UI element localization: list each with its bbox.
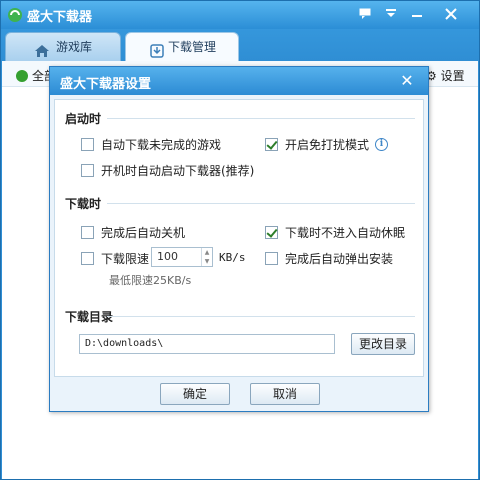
autostart-on-boot-checkbox[interactable]: 开机时自动启动下载器(推荐) xyxy=(81,162,254,179)
change-directory-button[interactable]: 更改目录 xyxy=(351,333,415,355)
tab-game-library-label: 游戏库 xyxy=(56,40,93,54)
checkbox-box[interactable] xyxy=(81,138,94,151)
settings-button[interactable]: ⚙ 设置 xyxy=(426,67,465,84)
section-startup-title: 启动时 xyxy=(65,112,102,126)
min-speed-note: 最低限速25KB/s xyxy=(109,274,192,287)
info-icon[interactable]: i xyxy=(375,138,389,151)
tab-bar: 游戏库 下载管理 xyxy=(1,29,479,61)
no-disturb-mode-label: 开启免打扰模式 xyxy=(285,138,370,152)
auto-popup-install-label: 完成后自动弹出安装 xyxy=(285,252,394,266)
checkbox-box[interactable] xyxy=(81,252,94,265)
checkbox-box[interactable] xyxy=(81,164,94,177)
settings-dialog: 盛大下载器设置 ✕ 启动时 自动下载未完成的游戏 开启免打扰模式 i 开机时自动… xyxy=(49,66,429,412)
ok-button[interactable]: 确定 xyxy=(160,383,230,405)
app-logo-icon xyxy=(7,7,23,23)
download-path-input[interactable]: D:\downloads\ xyxy=(79,334,335,354)
dialog-title-bar: 盛大下载器设置 ✕ xyxy=(50,67,428,95)
no-sleep-while-downloading-label: 下载时不进入自动休眠 xyxy=(285,226,406,240)
dialog-title: 盛大下载器设置 xyxy=(60,77,152,92)
dialog-body: 启动时 自动下载未完成的游戏 开启免打扰模式 i 开机时自动启动下载器(推荐) … xyxy=(54,99,424,377)
section-downloading-title: 下载时 xyxy=(65,197,102,211)
divider xyxy=(107,118,415,119)
no-sleep-while-downloading-checkbox[interactable]: 下载时不进入自动休眠 xyxy=(265,224,405,241)
auto-download-unfinished-label: 自动下载未完成的游戏 xyxy=(101,138,222,152)
divider xyxy=(107,203,415,204)
title-bar: 盛大下载器 xyxy=(1,1,479,29)
tab-download-manager-label: 下载管理 xyxy=(168,40,217,54)
dialog-close-icon[interactable]: ✕ xyxy=(396,71,418,91)
app-title: 盛大下载器 xyxy=(27,10,93,25)
message-icon[interactable] xyxy=(353,4,377,24)
tab-download-manager[interactable]: 下载管理 xyxy=(125,32,239,61)
speed-limit-unit: KB/s xyxy=(219,251,246,264)
spin-up-icon[interactable]: ▲ xyxy=(202,248,212,257)
cancel-button[interactable]: 取消 xyxy=(250,383,320,405)
spin-down-icon[interactable]: ▼ xyxy=(202,257,212,266)
no-disturb-mode-checkbox[interactable]: 开启免打扰模式 i xyxy=(265,136,389,153)
window-close-icon[interactable] xyxy=(431,4,471,24)
speed-limit-value: 100 xyxy=(157,250,178,263)
speed-limit-checkbox[interactable]: 下载限速 xyxy=(81,250,149,267)
speed-limit-label: 下载限速 xyxy=(101,252,150,266)
checkbox-box[interactable] xyxy=(265,252,278,265)
tab-game-library[interactable]: 游戏库 xyxy=(5,32,121,61)
divider xyxy=(107,316,415,317)
checkbox-box-checked[interactable] xyxy=(265,226,278,239)
autostart-on-boot-label: 开机时自动启动下载器(推荐) xyxy=(101,164,255,178)
auto-popup-install-checkbox[interactable]: 完成后自动弹出安装 xyxy=(265,250,393,267)
shutdown-after-complete-checkbox[interactable]: 完成后自动关机 xyxy=(81,224,185,241)
auto-download-unfinished-checkbox[interactable]: 自动下载未完成的游戏 xyxy=(81,136,221,153)
settings-label: 设置 xyxy=(440,69,465,83)
play-icon xyxy=(16,70,28,82)
menu-dropdown-icon[interactable] xyxy=(379,4,403,24)
minimize-icon[interactable] xyxy=(405,4,429,24)
checkbox-box[interactable] xyxy=(81,226,94,239)
checkbox-box-checked[interactable] xyxy=(265,138,278,151)
shutdown-after-complete-label: 完成后自动关机 xyxy=(101,226,186,240)
spin-buttons[interactable]: ▲ ▼ xyxy=(201,248,212,266)
section-directory-title: 下载目录 xyxy=(65,310,114,324)
speed-limit-input[interactable]: 100 ▲ ▼ xyxy=(151,247,213,267)
